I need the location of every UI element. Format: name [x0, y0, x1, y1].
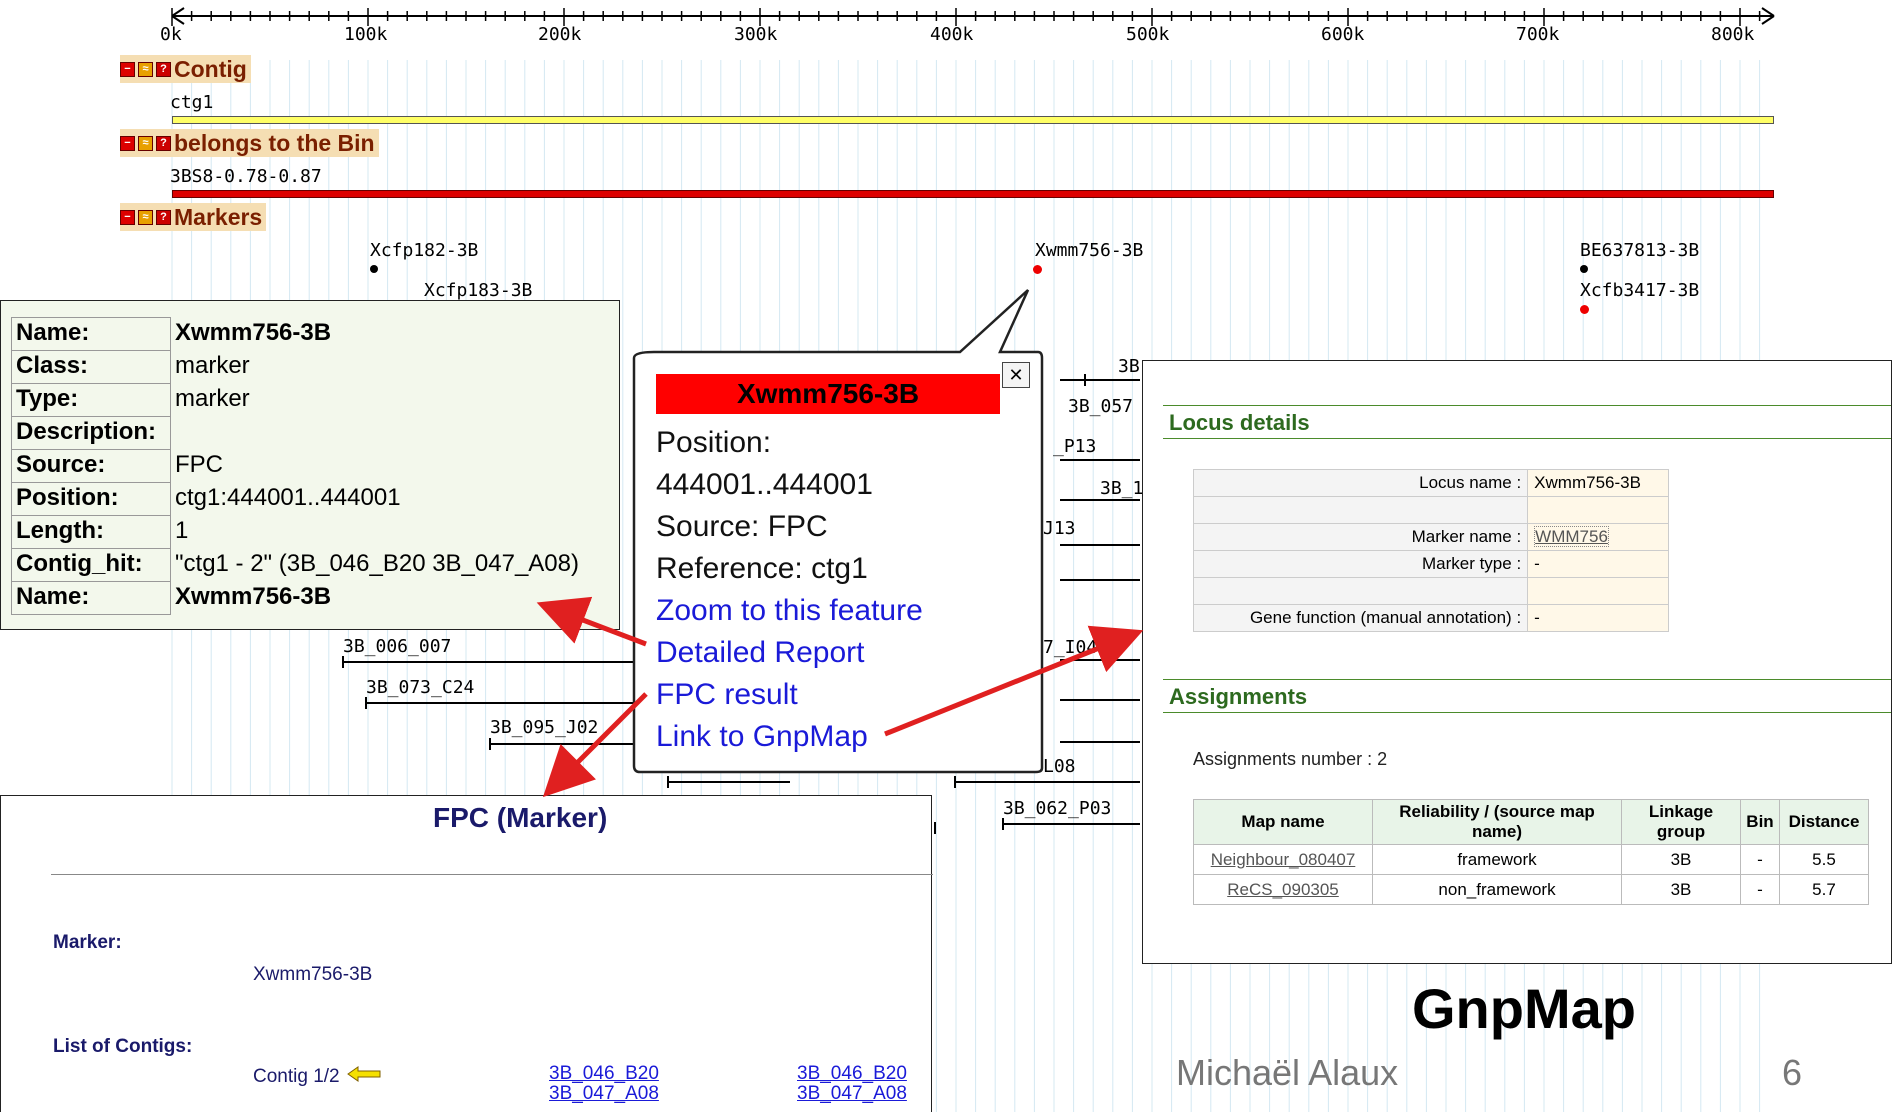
gnpmap-caption: GnpMap — [1412, 977, 1636, 1040]
arrow-detailed-report — [536, 596, 647, 647]
arrow-gnpmap — [884, 625, 1144, 737]
page-number: 6 — [1782, 1052, 1803, 1093]
author-caption: Michaël Alaux — [1176, 1052, 1399, 1093]
arrow-fpc-result — [542, 692, 648, 798]
annotation-arrows — [536, 596, 1144, 798]
